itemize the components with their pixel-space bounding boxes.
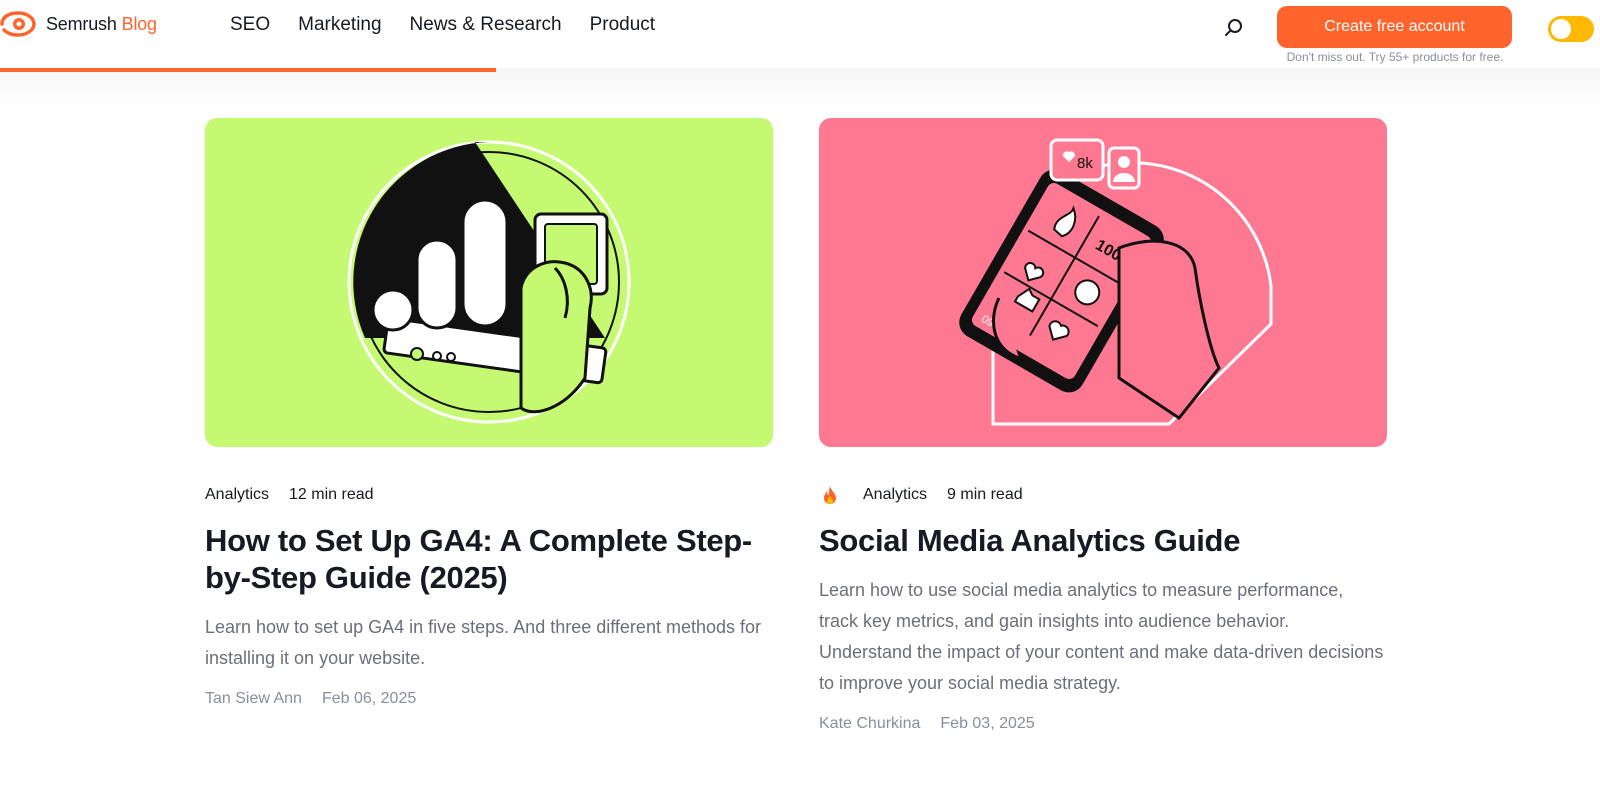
nav-item-seo[interactable]: SEO <box>230 14 270 36</box>
nav-item-product[interactable]: Product <box>590 14 655 36</box>
theme-toggle[interactable] <box>1548 16 1594 42</box>
fire-icon <box>824 486 836 504</box>
main-nav: SEO Marketing News & Research Product <box>230 14 683 36</box>
bar-chart-illustration <box>347 140 631 424</box>
search-button[interactable] <box>1222 16 1246 40</box>
category-tag[interactable]: Analytics <box>205 486 269 504</box>
article-card: Analytics 12 min read How to Set Up GA4:… <box>205 118 773 708</box>
article-image[interactable]: 100 09:00 8k <box>819 118 1387 447</box>
cta-subtext: Don't miss out. Try 55+ products for fre… <box>1286 50 1504 64</box>
author-name[interactable]: Kate Churkina <box>819 715 920 733</box>
header-divider <box>0 68 1600 108</box>
nav-item-news-research[interactable]: News & Research <box>410 14 562 36</box>
article-card: 100 09:00 8k Analytics 9 min read Social… <box>819 118 1387 733</box>
publish-date: Feb 06, 2025 <box>321 690 417 707</box>
article-meta: Analytics 9 min read <box>819 484 1387 506</box>
site-header: Semrush Blog SEO Marketing News & Resear… <box>0 0 1600 68</box>
article-description: Learn how to use social media analytics … <box>819 580 1384 693</box>
article-image[interactable] <box>205 118 773 447</box>
semrush-logo-icon <box>0 11 36 37</box>
article-byline: Kate Churkina Feb 03, 2025 <box>819 715 1387 733</box>
read-time: 12 min read <box>289 486 374 503</box>
search-icon <box>1225 19 1242 36</box>
logo-blog-text: Blog <box>121 13 157 34</box>
create-account-button[interactable]: Create free account <box>1277 6 1512 48</box>
phone-social-illustration: 100 09:00 8k <box>959 138 1273 426</box>
toggle-knob <box>1551 19 1571 39</box>
author-name[interactable]: Tan Siew Ann <box>205 690 302 708</box>
semrush-logo[interactable]: Semrush Blog <box>0 10 157 38</box>
read-time: 9 min read <box>947 486 1023 503</box>
article-title[interactable]: Social Media Analytics Guide <box>819 522 1387 559</box>
category-tag[interactable]: Analytics <box>863 486 927 504</box>
likes-count-text: 8k <box>1077 155 1093 172</box>
article-byline: Tan Siew Ann Feb 06, 2025 <box>205 690 773 708</box>
nav-item-marketing[interactable]: Marketing <box>298 14 381 36</box>
article-description: Learn how to set up GA4 in five steps. A… <box>205 617 761 668</box>
article-title[interactable]: How to Set Up GA4: A Complete Step-by-St… <box>205 522 773 596</box>
logo-brand-text: Semrush <box>46 13 117 34</box>
publish-date: Feb 03, 2025 <box>940 715 1035 732</box>
reading-progress-bar <box>0 68 496 72</box>
article-meta: Analytics 12 min read <box>205 484 773 506</box>
